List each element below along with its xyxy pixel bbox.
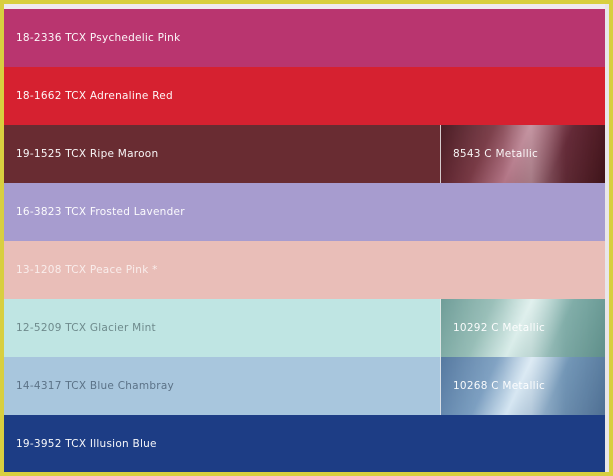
metallic-label-10292: 10292 C Metallic bbox=[453, 322, 546, 334]
stripe-label-blue-chambray: 14-4317 TCX Blue Chambray bbox=[16, 380, 174, 392]
stripe-label-ripe-maroon: 19-1525 TCX Ripe Maroon bbox=[16, 148, 159, 160]
stripe-adrenaline-red: 18-1662 TCX Adrenaline Red bbox=[4, 67, 605, 125]
stripe-label-psychedelic-pink: 18-2336 TCX Psychedelic Pink bbox=[16, 32, 181, 44]
metallic-swatch-10292: 10292 C Metallic bbox=[440, 299, 605, 357]
stripe-label-adrenaline-red: 18-1662 TCX Adrenaline Red bbox=[16, 90, 173, 102]
stripe-label-peace-pink: 13-1208 TCX Peace Pink * bbox=[16, 264, 158, 276]
metallic-label-8543: 8543 C Metallic bbox=[453, 148, 539, 160]
stripe-blue-chambray: 14-4317 TCX Blue Chambray 10268 C Metall… bbox=[4, 357, 605, 415]
metallic-swatch-8543: 8543 C Metallic bbox=[440, 125, 605, 183]
stripe-label-illusion-blue: 19-3952 TCX Illusion Blue bbox=[16, 437, 157, 450]
metallic-label-10268: 10268 C Metallic bbox=[453, 380, 546, 392]
stripe-illusion-blue: 19-3952 TCX Illusion Blue bbox=[4, 415, 605, 472]
stripe-ripe-maroon: 19-1525 TCX Ripe Maroon 8543 C Metallic bbox=[4, 125, 605, 183]
color-stripes: 18-2336 TCX Psychedelic Pink 18-1662 TCX… bbox=[4, 9, 605, 472]
stripe-peace-pink: 13-1208 TCX Peace Pink * bbox=[4, 241, 605, 299]
stripe-psychedelic-pink: 18-2336 TCX Psychedelic Pink bbox=[4, 9, 605, 67]
stripe-glacier-mint: 12-5209 TCX Glacier Mint 10292 C Metalli… bbox=[4, 299, 605, 357]
stripe-frosted-lavender: 16-3823 TCX Frosted Lavender bbox=[4, 183, 605, 241]
stripe-label-frosted-lavender: 16-3823 TCX Frosted Lavender bbox=[16, 206, 185, 218]
metallic-swatch-10268: 10268 C Metallic bbox=[440, 357, 605, 415]
stripe-label-glacier-mint: 12-5209 TCX Glacier Mint bbox=[16, 322, 156, 334]
